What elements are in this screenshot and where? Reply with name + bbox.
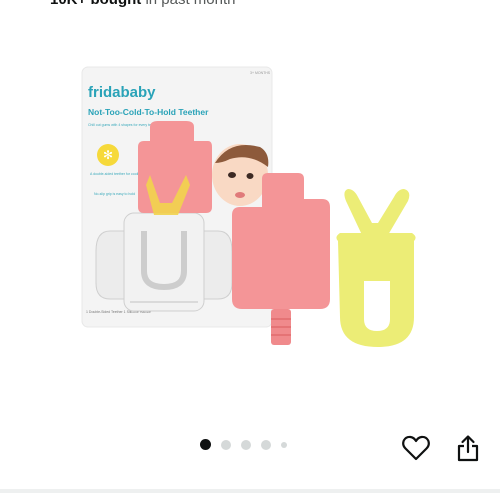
svg-text:✻: ✻	[103, 148, 113, 162]
carousel-dot-4[interactable]	[261, 439, 271, 450]
share-icon	[457, 435, 479, 462]
package-age: 3+ MONTHS	[250, 71, 271, 75]
share-button[interactable]	[452, 432, 484, 464]
carousel-dot-1[interactable]	[200, 439, 211, 450]
carousel-indicator	[200, 439, 287, 450]
carousel-dot-5[interactable]	[281, 441, 287, 448]
purchase-bought: bought	[90, 0, 141, 8]
package-brand: fridababy	[88, 84, 156, 101]
product-image[interactable]: fridababy 3+ MONTHS Not-Too-Cold-To-Hold…	[0, 55, 500, 395]
heart-outline-icon	[402, 435, 430, 461]
wishlist-button[interactable]	[400, 432, 432, 464]
carousel-dot-2[interactable]	[221, 439, 231, 450]
yellow-bunny-teether	[336, 189, 416, 347]
purchase-info: 10K+ bought in past month	[50, 0, 236, 8]
baby-face-illustration	[212, 144, 269, 206]
section-divider	[0, 489, 500, 493]
purchase-count: 10K+	[50, 0, 86, 8]
package-callout-2: No-slip grip is easy to hold	[94, 192, 135, 196]
carousel-dot-3[interactable]	[241, 439, 251, 450]
package-title: Not-Too-Cold-To-Hold Teether	[88, 107, 209, 117]
purchase-suffix: in past month	[145, 0, 235, 8]
